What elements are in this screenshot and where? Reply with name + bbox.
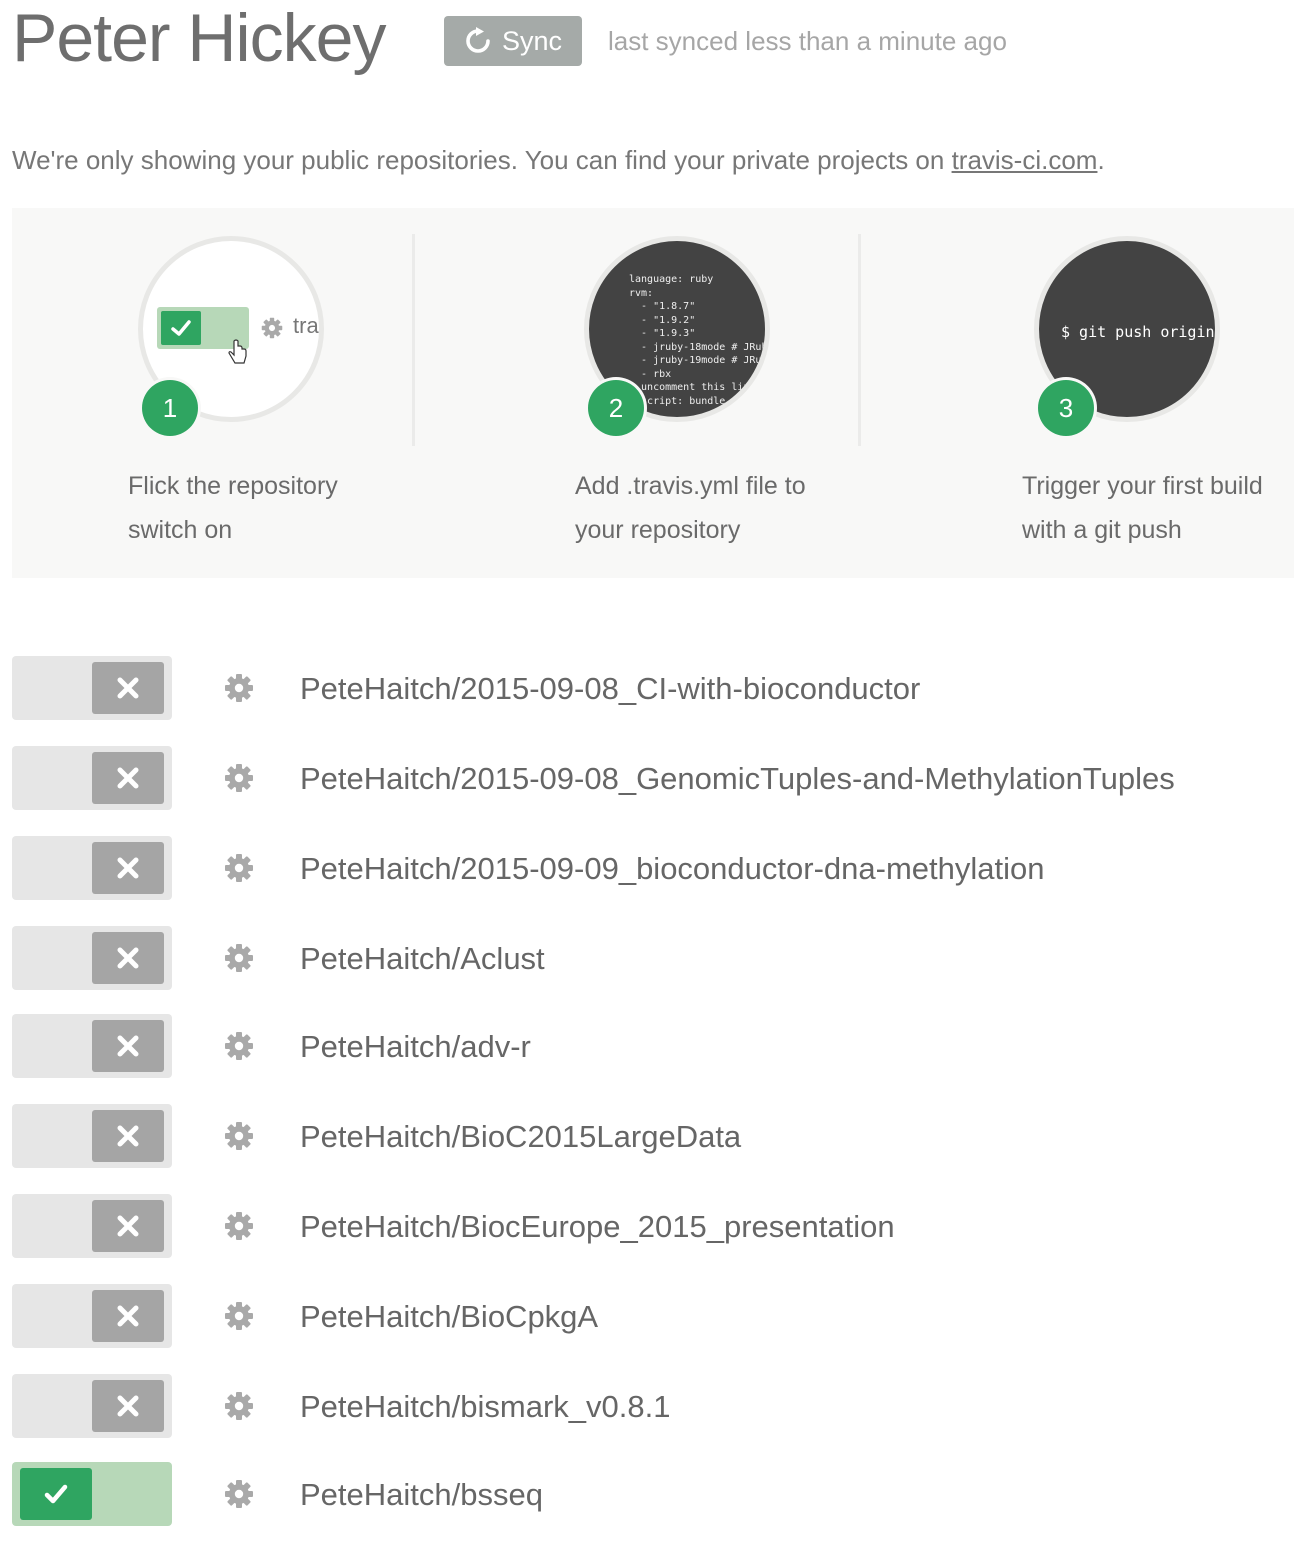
repository-row: PeteHaitch/bismark_v0.8.1 [12, 1374, 1282, 1438]
repository-toggle[interactable] [12, 1014, 172, 1078]
hand-cursor-icon [228, 339, 247, 364]
user-name: Peter Hickey [12, 0, 386, 76]
close-icon [92, 1110, 164, 1162]
getting-started-steps: tra 1 Flick the repository switch on lan… [12, 208, 1294, 578]
repository-row: PeteHaitch/BioCpkgA [12, 1284, 1282, 1348]
illustration-repo-label: tra [293, 313, 319, 338]
repository-toggle[interactable] [12, 1374, 172, 1438]
gear-icon[interactable] [224, 1031, 254, 1061]
close-icon [92, 1380, 164, 1432]
check-icon [161, 311, 201, 345]
profile-header: Peter Hickey Sync last synced less than … [12, 0, 1282, 84]
repository-row: PeteHaitch/adv-r [12, 1014, 1282, 1078]
repository-row: PeteHaitch/2015-09-08_GenomicTuples-and-… [12, 746, 1282, 810]
repository-toggle[interactable] [12, 836, 172, 900]
gear-icon[interactable] [224, 673, 254, 703]
step-2-line-2: your repository [575, 516, 741, 544]
gear-icon[interactable] [224, 1211, 254, 1241]
gear-icon[interactable] [224, 853, 254, 883]
check-icon [20, 1468, 92, 1520]
repository-toggle[interactable] [12, 1462, 172, 1526]
step-3-text: Trigger your first build with a git push [1022, 464, 1294, 552]
repository-toggle[interactable] [12, 656, 172, 720]
repository-name[interactable]: PeteHaitch/Aclust [300, 926, 545, 990]
step-3: $ git push origin 3 Trigger your first b… [906, 208, 1294, 578]
sync-button-label: Sync [501, 25, 563, 56]
gear-icon[interactable] [224, 943, 254, 973]
repository-name[interactable]: PeteHaitch/2015-09-08_GenomicTuples-and-… [300, 746, 1175, 810]
close-icon [92, 752, 164, 804]
step-2-number: 2 [588, 380, 644, 436]
close-icon [92, 1020, 164, 1072]
step-2-text: Add .travis.yml file to your repository [575, 464, 855, 552]
repository-toggle[interactable] [12, 926, 172, 990]
sync-icon [466, 27, 490, 53]
sync-status: last synced less than a minute ago [608, 26, 1007, 56]
step-3-line-1: Trigger your first build [1022, 472, 1263, 500]
repository-toggle[interactable] [12, 1104, 172, 1168]
close-icon [92, 662, 164, 714]
gear-icon[interactable] [224, 1121, 254, 1151]
gear-icon[interactable] [224, 1479, 254, 1509]
notice-text: We're only showing your public repositor… [12, 145, 952, 175]
repository-name[interactable]: PeteHaitch/BioC2015LargeData [300, 1104, 741, 1168]
close-icon [92, 932, 164, 984]
gear-icon[interactable] [224, 1301, 254, 1331]
repository-name[interactable]: PeteHaitch/adv-r [300, 1014, 531, 1078]
repository-row: PeteHaitch/2015-09-08_CI-with-bioconduct… [12, 656, 1282, 720]
repository-toggle[interactable] [12, 1284, 172, 1348]
step-1-text: Flick the repository switch on [128, 464, 408, 552]
step-2: language: ruby rvm: - "1.8.7" - "1.9.2" … [458, 208, 888, 578]
repository-name[interactable]: PeteHaitch/bsseq [300, 1462, 543, 1526]
step-1-number: 1 [142, 380, 198, 436]
gear-icon [261, 317, 283, 339]
repository-row: PeteHaitch/bsseq [12, 1462, 1282, 1526]
step-3-line-2: with a git push [1022, 516, 1182, 544]
gear-icon[interactable] [224, 763, 254, 793]
gear-icon[interactable] [224, 1391, 254, 1421]
repository-name[interactable]: PeteHaitch/BiocEurope_2015_presentation [300, 1194, 895, 1258]
step-divider [858, 234, 861, 446]
repository-toggle[interactable] [12, 1194, 172, 1258]
repository-row: PeteHaitch/2015-09-09_bioconductor-dna-m… [12, 836, 1282, 900]
step-1-line-2: switch on [128, 516, 233, 544]
step-divider [412, 234, 415, 446]
step-3-number: 3 [1038, 380, 1094, 436]
notice-suffix: . [1097, 145, 1105, 175]
repository-row: PeteHaitch/BioC2015LargeData [12, 1104, 1282, 1168]
repository-name[interactable]: PeteHaitch/2015-09-08_CI-with-bioconduct… [300, 656, 920, 720]
repository-name[interactable]: PeteHaitch/BioCpkgA [300, 1284, 598, 1348]
close-icon [92, 1200, 164, 1252]
repository-row: PeteHaitch/BiocEurope_2015_presentation [12, 1194, 1282, 1258]
step-1-line-1: Flick the repository [128, 472, 338, 500]
repository-toggle[interactable] [12, 746, 172, 810]
step-2-line-1: Add .travis.yml file to [575, 472, 806, 500]
step-1: tra 1 Flick the repository switch on [12, 208, 442, 578]
repository-row: PeteHaitch/Aclust [12, 926, 1282, 990]
close-icon [92, 1290, 164, 1342]
sync-button[interactable]: Sync [444, 16, 582, 66]
travis-yml-code: language: ruby rvm: - "1.8.7" - "1.9.2" … [629, 274, 768, 407]
public-repos-notice: We're only showing your public repositor… [12, 140, 1105, 180]
travis-ci-com-link[interactable]: travis-ci.com [952, 145, 1098, 175]
repository-name[interactable]: PeteHaitch/2015-09-09_bioconductor-dna-m… [300, 836, 1044, 900]
close-icon [92, 842, 164, 894]
git-push-command: $ git push origin [1061, 323, 1215, 341]
repository-name[interactable]: PeteHaitch/bismark_v0.8.1 [300, 1374, 670, 1438]
